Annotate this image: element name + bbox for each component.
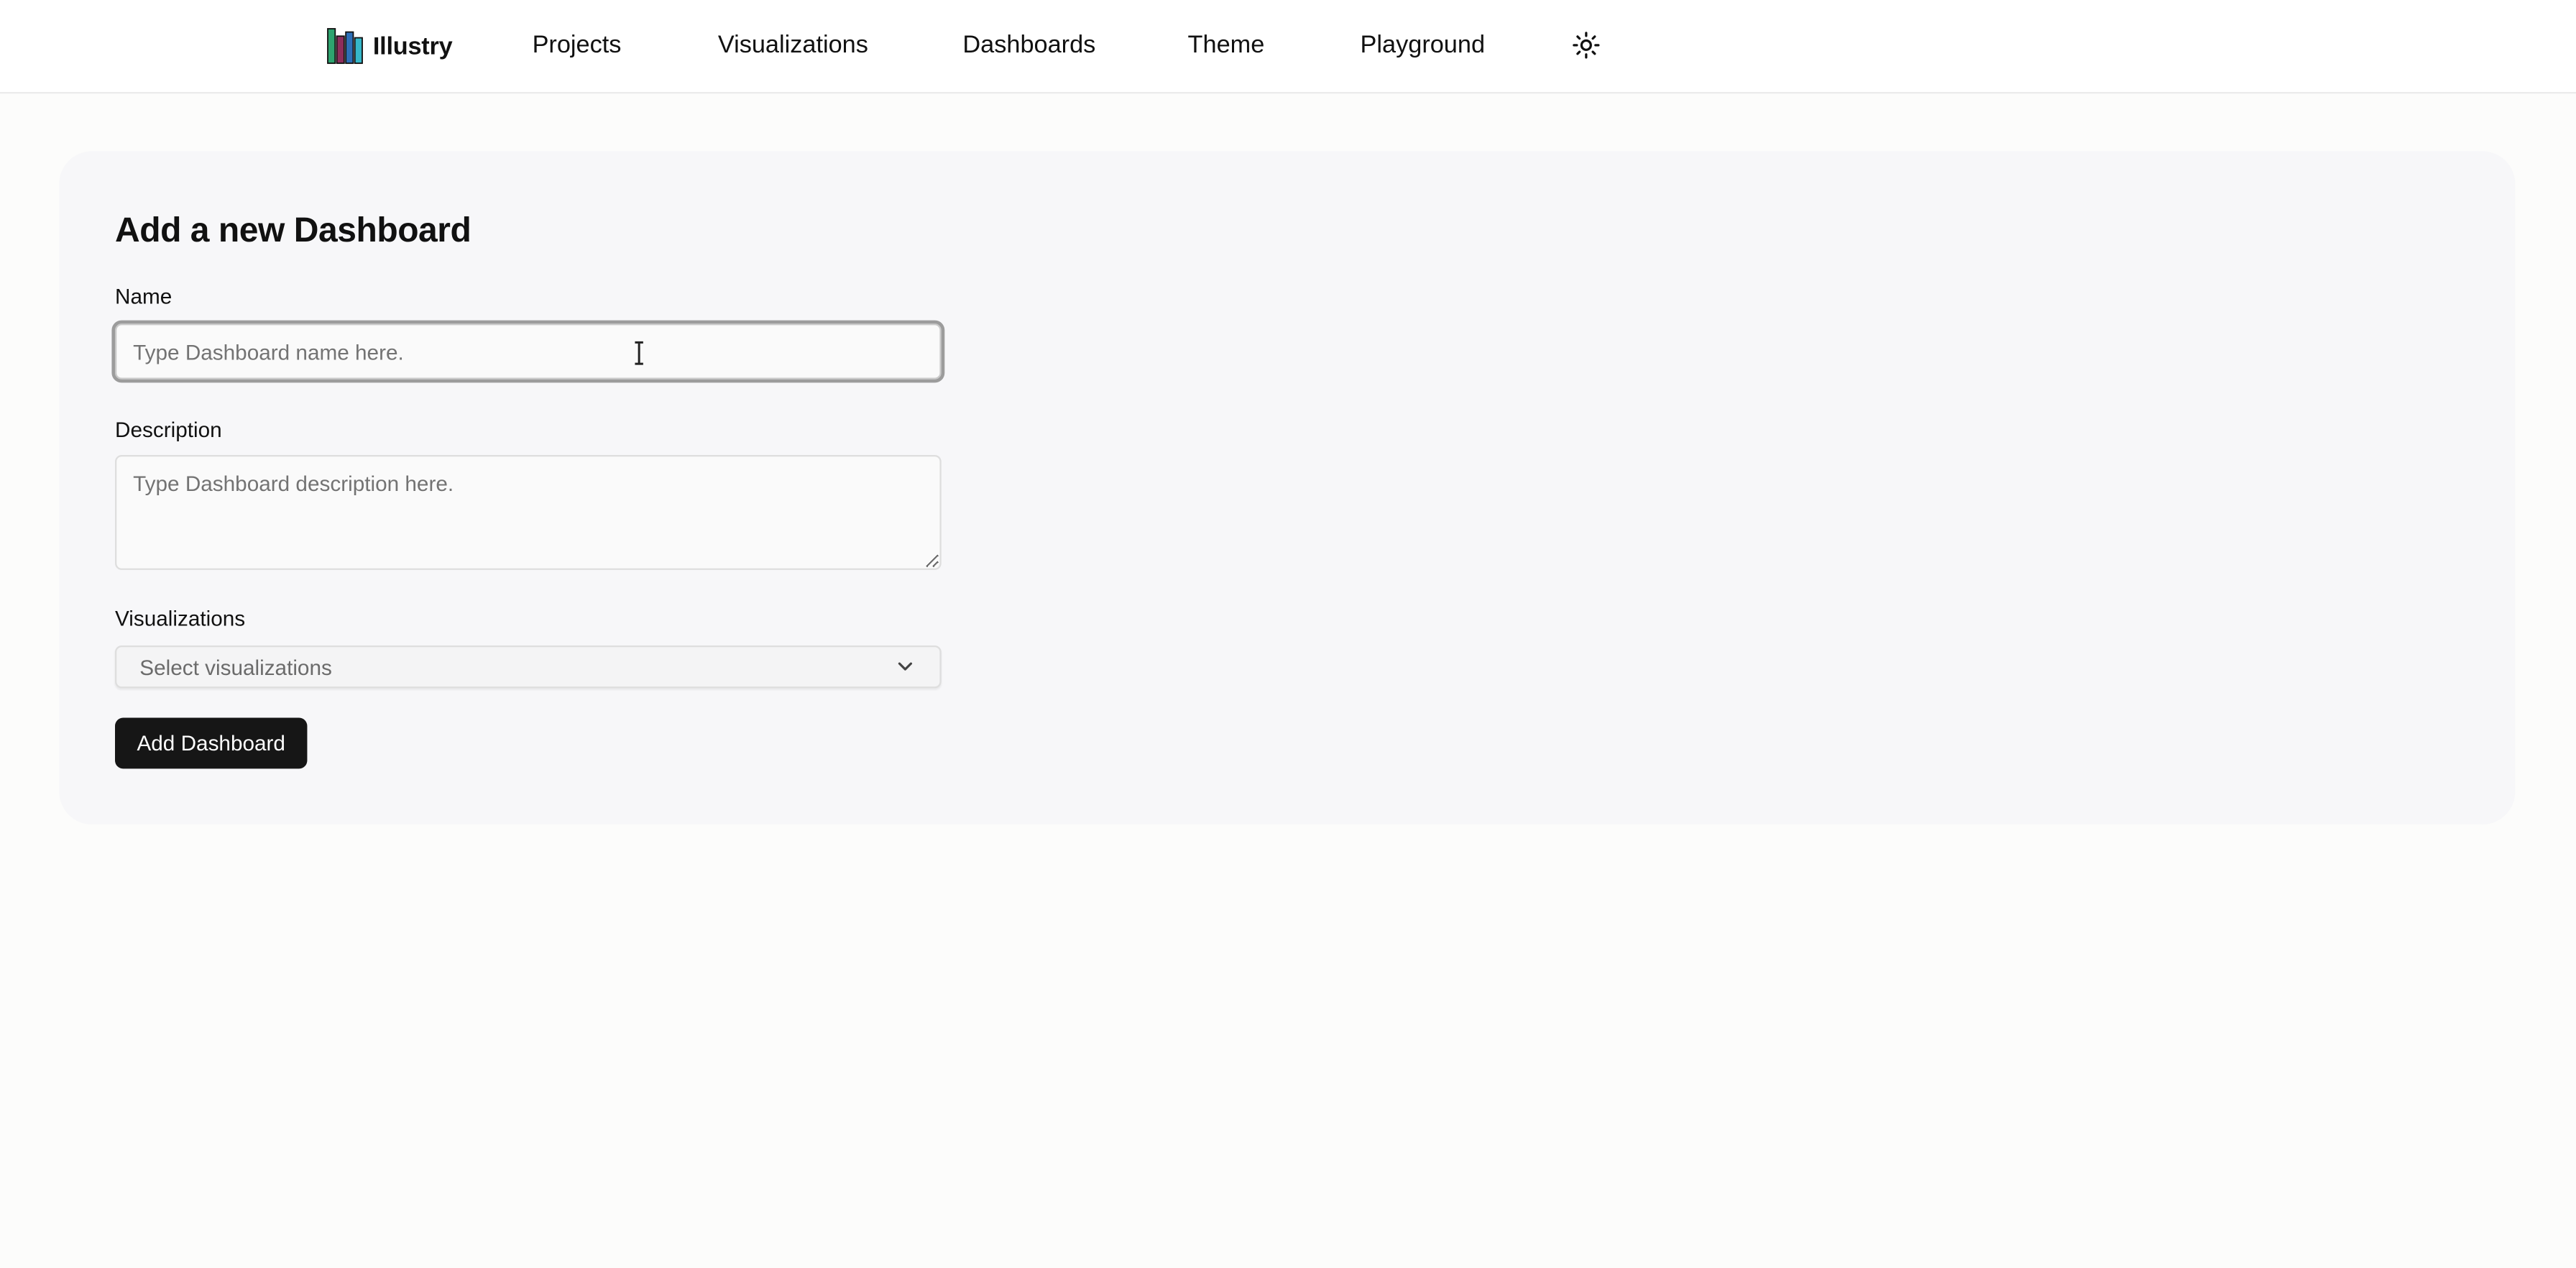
page: Illustry Projects Visualizations Dashboa… xyxy=(0,0,2576,1268)
nav-theme[interactable]: Theme xyxy=(1188,31,1265,59)
brand-link[interactable]: Illustry xyxy=(327,28,453,64)
visualizations-label: Visualizations xyxy=(114,606,246,631)
brand-name: Illustry xyxy=(372,32,453,60)
description-label: Description xyxy=(114,417,222,442)
nav-dashboards[interactable]: Dashboards xyxy=(962,31,1095,59)
illustry-logo-icon xyxy=(327,28,363,64)
sun-icon[interactable] xyxy=(1572,31,1600,59)
visualizations-select[interactable]: Select visualizations xyxy=(114,646,942,689)
nav-projects[interactable]: Projects xyxy=(533,31,622,59)
text-cursor-icon xyxy=(635,341,643,365)
name-label: Name xyxy=(114,284,172,309)
top-navigation-bar: Illustry Projects Visualizations Dashboa… xyxy=(0,0,2576,94)
add-dashboard-button[interactable]: Add Dashboard xyxy=(114,717,308,769)
nav-playground[interactable]: Playground xyxy=(1361,31,1485,59)
dashboard-description-textarea[interactable] xyxy=(114,454,942,570)
nav-visualizations[interactable]: Visualizations xyxy=(718,31,868,59)
chevron-down-icon xyxy=(898,662,913,671)
visualizations-select-placeholder: Select visualizations xyxy=(139,655,332,680)
page-title: Add a new Dashboard xyxy=(114,211,472,250)
dashboard-name-input[interactable] xyxy=(114,323,942,380)
